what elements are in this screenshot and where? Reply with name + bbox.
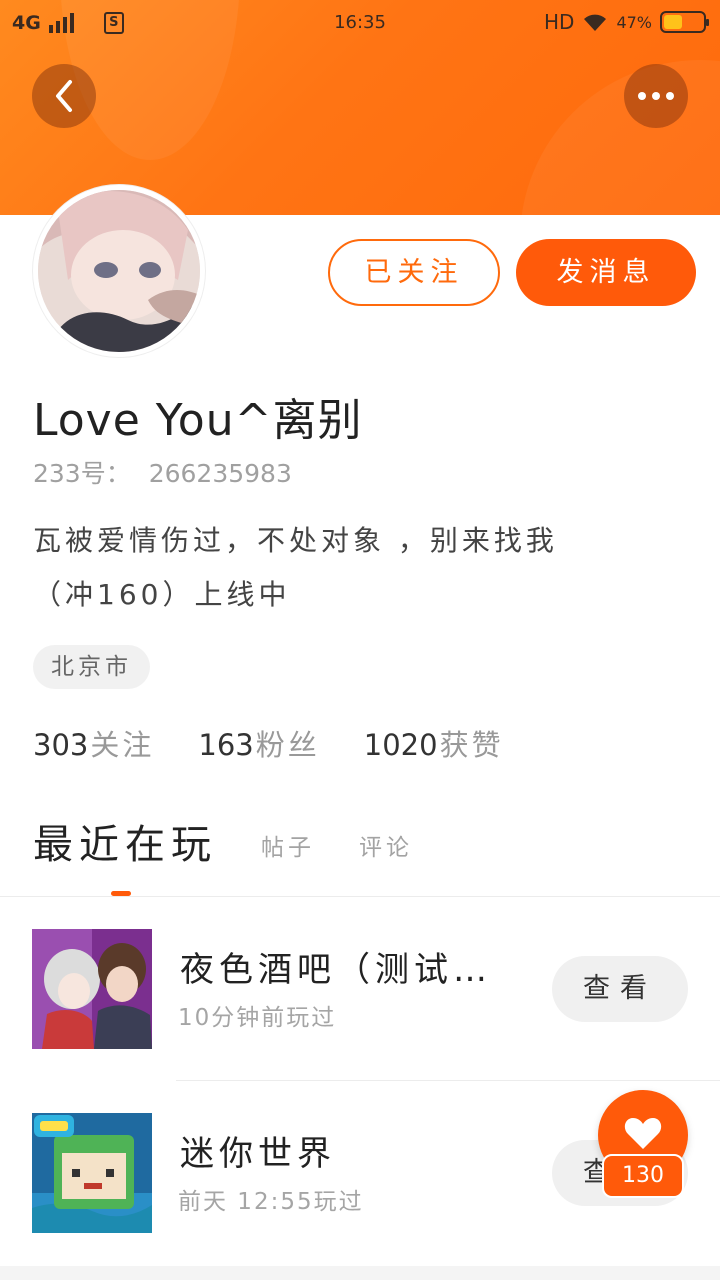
bio-line: 瓦被爱情伤过，不处对象 ，别来找我 (33, 524, 558, 557)
follow-button[interactable]: 已关注 (328, 239, 500, 306)
more-button[interactable] (624, 64, 688, 128)
user-id: 233号： 266235983 (33, 454, 292, 490)
game-last-played: 10分钟前玩过 (178, 1005, 337, 1031)
game-title: 夜色酒吧（测试… (180, 950, 492, 990)
battery-level-fill (664, 15, 682, 29)
stat-following[interactable]: 303关注 (33, 722, 154, 764)
chevron-left-icon (56, 80, 72, 112)
stat-likes: 1020获赞 (363, 728, 504, 762)
game-icon (32, 1113, 152, 1233)
like-count: 130 (602, 1154, 684, 1198)
tab-comments[interactable]: 评论 (359, 828, 413, 890)
user-id-value: 266235983 (148, 459, 292, 488)
location-tag: 北京市 (33, 645, 150, 689)
avatar[interactable] (33, 185, 205, 357)
back-button[interactable] (32, 64, 96, 128)
more-horizontal-icon (638, 92, 674, 100)
tabs-divider (0, 896, 720, 897)
game-icon (32, 929, 152, 1049)
battery-percent: 47% (616, 12, 652, 32)
stat-followers[interactable]: 163粉丝 (198, 722, 319, 764)
view-button[interactable]: 查看 (552, 956, 688, 1022)
profile-stats: 303关注 163粉丝 1020获赞 (33, 722, 504, 764)
bio: 瓦被爱情伤过，不处对象 ，别来找我 （冲160）上线中 (33, 514, 673, 622)
username: Love You^离别 (33, 395, 363, 446)
battery-icon (660, 11, 709, 33)
game-last-played: 前天 12:55玩过 (178, 1189, 364, 1215)
bottom-strip (0, 1266, 720, 1280)
user-id-label: 233号： (33, 459, 131, 488)
bio-line: （冲160）上线中 (33, 578, 291, 611)
hd-indicator: HD (543, 10, 575, 34)
list-item[interactable]: 夜色酒吧（测试… 10分钟前玩过 查看 (0, 902, 720, 1082)
status-bar: 4G S 16:35 HD 47% (0, 0, 720, 48)
message-button[interactable]: 发消息 (516, 239, 696, 306)
row-divider (176, 1080, 720, 1081)
heart-icon (624, 1118, 662, 1149)
tab-posts[interactable]: 帖子 (261, 828, 315, 890)
tab-recently-played[interactable]: 最近在玩 (33, 812, 217, 896)
game-title: 迷你世界 (180, 1134, 336, 1174)
profile-tabs: 最近在玩 帖子 评论 (33, 818, 413, 896)
wifi-icon (584, 14, 607, 31)
avatar-image (38, 190, 200, 352)
